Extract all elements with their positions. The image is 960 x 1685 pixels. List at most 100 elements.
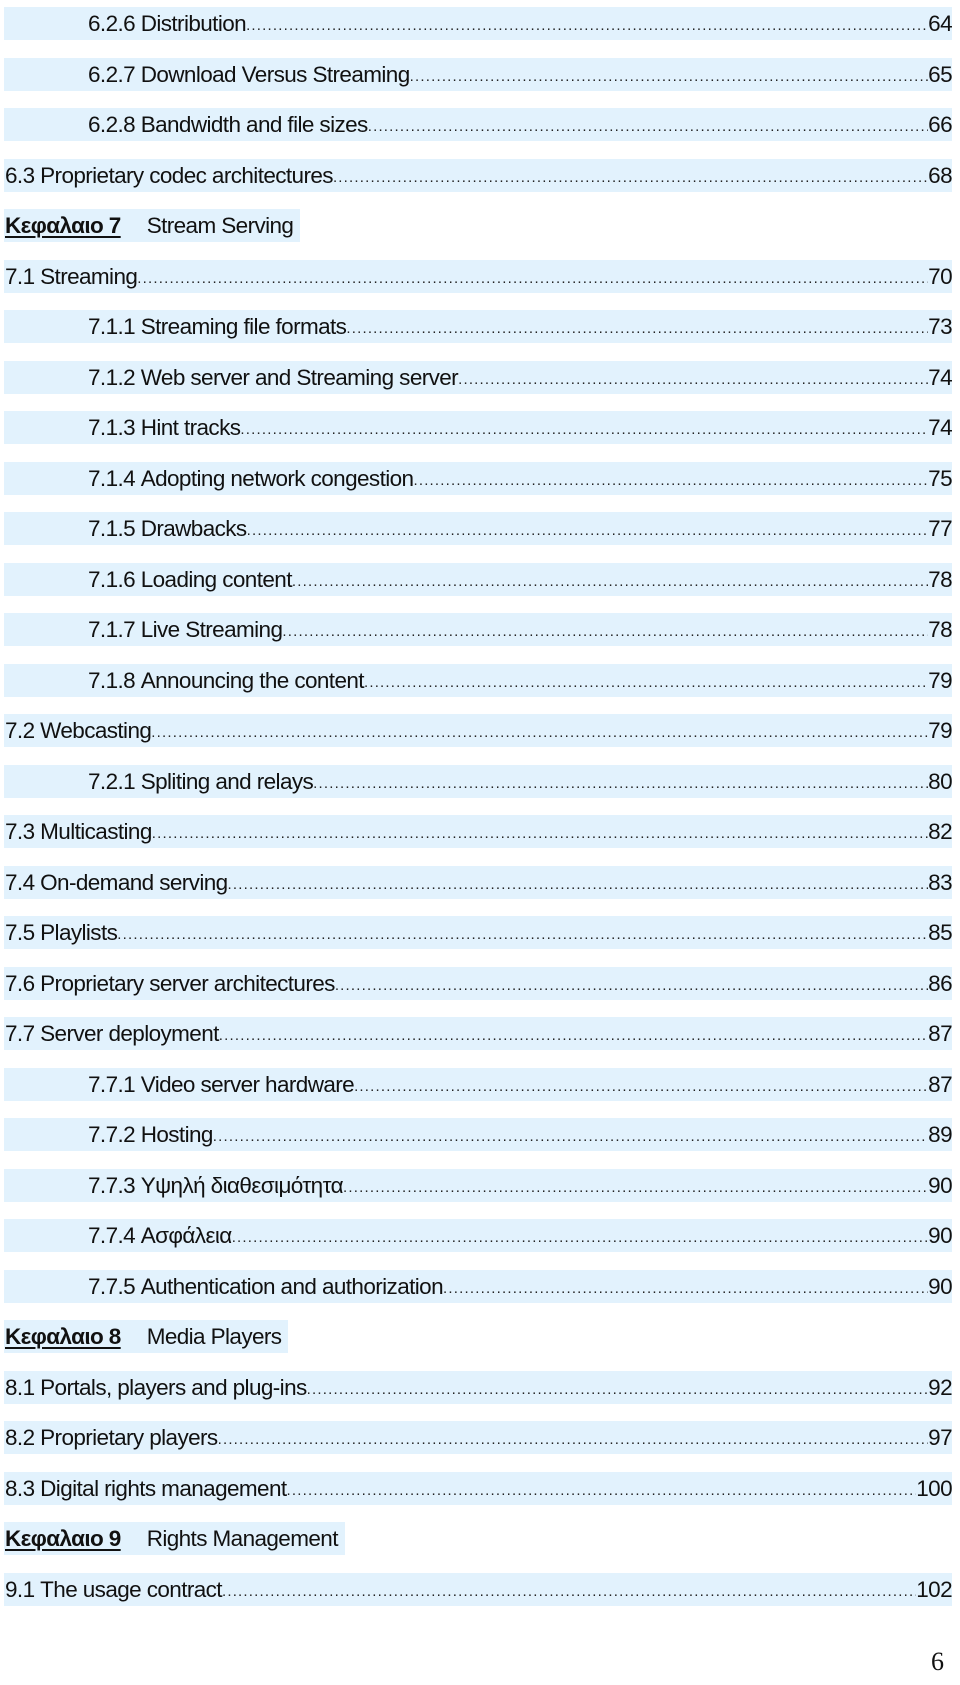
dot-leader [410, 60, 929, 93]
toc-entry[interactable]: 8.2 Proprietary players 97 [0, 1421, 960, 1472]
chapter-title: Stream Serving [146, 213, 294, 238]
section-title[interactable]: Proprietary server architectures [40, 967, 335, 1000]
toc-entry[interactable]: 7.1.1 Streaming file formats 73 [0, 310, 960, 361]
page-reference[interactable]: 83 [928, 866, 952, 899]
page-reference[interactable]: 79 [928, 714, 952, 747]
toc-entry[interactable]: 7.6 Proprietary server architectures 86 [0, 966, 960, 1018]
section-title[interactable]: Authentication and authorization [141, 1270, 444, 1303]
section-title[interactable]: Server deployment [40, 1017, 219, 1050]
toc-entry[interactable]: 6.2.7 Download Versus Streaming 65 [0, 57, 960, 109]
page-reference[interactable]: 82 [928, 815, 952, 848]
section-title[interactable]: Download Versus Streaming [141, 58, 411, 91]
dot-leader [213, 1120, 928, 1153]
page-reference[interactable]: 78 [928, 613, 952, 646]
section-title[interactable]: On-demand serving [40, 866, 228, 899]
page-reference[interactable]: 64 [928, 7, 952, 40]
section-title[interactable]: Drawbacks [141, 512, 247, 545]
section-title[interactable]: Distribution [141, 7, 247, 40]
section-number: 7.1.5 [88, 516, 136, 541]
page-reference[interactable]: 90 [928, 1169, 952, 1202]
section-title[interactable]: Ασφάλεια [141, 1219, 233, 1252]
section-title[interactable]: Hint tracks [141, 411, 241, 444]
section-title[interactable]: Bandwidth and file sizes [141, 108, 369, 141]
toc-entry[interactable]: 7.2.1 Spliting and relays 80 [0, 764, 960, 816]
toc-entry[interactable]: 9.1 The usage contract 102 [0, 1572, 960, 1624]
page-reference[interactable]: 100 [916, 1472, 952, 1505]
toc-entry[interactable]: 7.7.4 Ασφάλεια 90 [0, 1219, 960, 1270]
toc-entry[interactable]: 7.7 Server deployment 87 [0, 1017, 960, 1068]
toc-entry[interactable]: 7.7.3 Υψηλή διαθεσιμότητα 90 [0, 1168, 960, 1220]
toc-chapter-heading[interactable]: Κεφαλαιο 8 Media Players [0, 1320, 960, 1371]
page-reference[interactable]: 90 [928, 1270, 952, 1303]
section-title[interactable]: Playlists [40, 916, 118, 949]
toc-chapter-heading[interactable]: Κεφαλαιο 9 Rights Management [0, 1522, 960, 1573]
section-number: 7.1.8 [88, 667, 136, 693]
toc-entry[interactable]: 6.3 Proprietary codec architectures 68 [0, 158, 960, 210]
page-reference[interactable]: 102 [916, 1573, 952, 1606]
toc-entry[interactable]: 7.1.2 Web server and Streaming server 74 [0, 360, 960, 412]
dot-leader [368, 110, 928, 143]
section-title[interactable]: Υψηλή διαθεσιμότητα [141, 1169, 344, 1202]
section-title[interactable]: Hosting [141, 1118, 214, 1151]
toc-entry[interactable]: 7.4 On-demand serving 83 [0, 865, 960, 917]
page-reference[interactable]: 79 [928, 664, 952, 697]
section-title[interactable]: Loading content [141, 563, 293, 596]
toc-entry[interactable]: 7.1 Streaming 70 [0, 259, 960, 311]
toc-entry[interactable]: 7.7.1 Video server hardware 87 [0, 1067, 960, 1119]
page-reference[interactable]: 86 [928, 967, 952, 1000]
toc-entry[interactable]: 8.3 Digital rights management 100 [0, 1471, 960, 1523]
toc-entry[interactable]: 7.7.5 Authentication and authorization 90 [0, 1269, 960, 1321]
toc-entry[interactable]: 7.1.6 Loading content 78 [0, 562, 960, 614]
section-title[interactable]: Webcasting [40, 714, 152, 747]
page-reference[interactable]: 90 [928, 1219, 952, 1252]
section-number: 7.4 [5, 869, 35, 895]
section-title[interactable]: Spliting and relays [141, 765, 314, 798]
toc-entry[interactable]: 7.1.4 Adopting network congestion 75 [0, 461, 960, 513]
page-reference[interactable]: 68 [928, 159, 952, 192]
toc-chapter-heading[interactable]: Κεφαλαιο 7 Stream Serving [0, 209, 960, 260]
page-reference[interactable]: 92 [928, 1371, 952, 1404]
section-title[interactable]: Digital rights management [40, 1472, 287, 1505]
page-reference[interactable]: 89 [928, 1118, 952, 1151]
section-title[interactable]: Proprietary codec architectures [40, 159, 333, 192]
page-reference[interactable]: 85 [928, 916, 952, 949]
page-reference[interactable]: 87 [928, 1068, 952, 1101]
toc-entry[interactable]: 7.1.5 Drawbacks 77 [0, 512, 960, 563]
toc-entry[interactable]: 7.2 Webcasting 79 [0, 714, 960, 765]
page-reference[interactable]: 73 [928, 310, 952, 343]
page-reference[interactable]: 97 [928, 1421, 952, 1454]
page-reference[interactable]: 77 [928, 512, 952, 545]
section-title[interactable]: Streaming [40, 260, 138, 293]
page-reference[interactable]: 66 [928, 108, 952, 141]
section-title[interactable]: Announcing the content [141, 664, 365, 697]
toc-entry[interactable]: 7.1.7 Live Streaming 78 [0, 613, 960, 664]
section-title[interactable]: Live Streaming [141, 613, 283, 646]
toc-entry[interactable]: 6.2.6 Distribution 64 [0, 7, 960, 58]
page-reference[interactable]: 78 [928, 563, 952, 596]
page-reference[interactable]: 74 [928, 411, 952, 444]
section-title[interactable]: Web server and Streaming server [141, 361, 459, 394]
section-title[interactable]: Multicasting [40, 815, 152, 848]
section-title[interactable]: Adopting network congestion [141, 462, 414, 495]
section-title[interactable]: Streaming file formats [141, 310, 347, 343]
toc-entry[interactable]: 7.3 Multicasting 82 [0, 815, 960, 866]
page-reference[interactable]: 70 [928, 260, 952, 293]
page-number: 6 [931, 1647, 944, 1676]
section-title[interactable]: Portals, players and plug-ins [40, 1371, 307, 1404]
section-title[interactable]: Proprietary players [40, 1421, 218, 1454]
toc-entry[interactable]: 6.2.8 Bandwidth and file sizes 66 [0, 108, 960, 159]
toc-entry[interactable]: 8.1 Portals, players and plug-ins 92 [0, 1370, 960, 1422]
chapter-label: Κεφαλαιο 9 [5, 1526, 121, 1551]
page-reference[interactable]: 75 [928, 462, 952, 495]
page-reference[interactable]: 65 [928, 58, 952, 91]
page-reference[interactable]: 87 [928, 1017, 952, 1050]
section-title[interactable]: The usage contract [40, 1573, 222, 1606]
toc-entry[interactable]: 7.1.3 Hint tracks 74 [0, 411, 960, 462]
dot-leader [343, 1171, 928, 1204]
page-reference[interactable]: 74 [928, 361, 952, 394]
section-title[interactable]: Video server hardware [141, 1068, 355, 1101]
page-reference[interactable]: 80 [928, 765, 952, 798]
toc-entry[interactable]: 7.7.2 Hosting 89 [0, 1118, 960, 1169]
toc-entry[interactable]: 7.1.8 Announcing the content 79 [0, 663, 960, 715]
toc-entry[interactable]: 7.5 Playlists 85 [0, 916, 960, 967]
